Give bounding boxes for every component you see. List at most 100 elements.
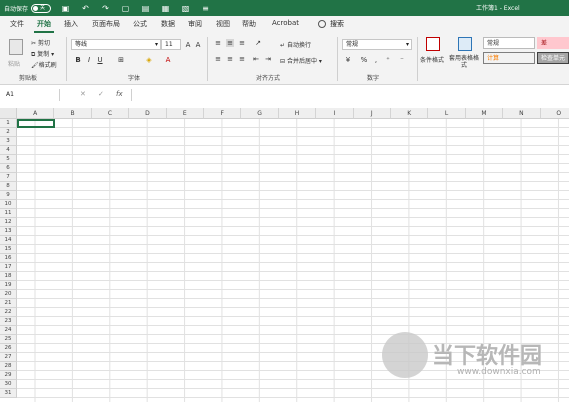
name-box[interactable]: A1 bbox=[2, 89, 60, 101]
row-header[interactable]: 18 bbox=[0, 272, 17, 281]
format-as-table-icon[interactable] bbox=[458, 37, 472, 51]
column-header[interactable]: M bbox=[465, 108, 504, 119]
cut-button[interactable]: ✂ 剪切 bbox=[31, 38, 50, 47]
underline-icon[interactable]: U bbox=[96, 56, 104, 64]
row-header[interactable]: 26 bbox=[0, 344, 17, 353]
align-left-icon[interactable]: ≡ bbox=[214, 55, 222, 63]
style-bad[interactable]: 差 bbox=[537, 37, 569, 49]
decrease-font-icon[interactable]: A bbox=[194, 41, 202, 49]
row-header[interactable]: 1 bbox=[0, 119, 17, 128]
row-header[interactable]: 20 bbox=[0, 290, 17, 299]
format-as-table-button[interactable]: 套用表格格式 bbox=[449, 55, 479, 69]
row-header[interactable]: 24 bbox=[0, 326, 17, 335]
increase-indent-icon[interactable]: ⇥ bbox=[264, 55, 272, 63]
paste-button[interactable]: 粘贴 bbox=[8, 59, 20, 68]
row-header[interactable]: 13 bbox=[0, 227, 17, 236]
undo-icon[interactable]: ↶ bbox=[80, 3, 91, 14]
increase-decimal-icon[interactable]: ⁺ bbox=[384, 56, 392, 64]
column-header[interactable]: A bbox=[17, 108, 55, 119]
redo-icon[interactable]: ↷ bbox=[100, 3, 111, 14]
row-header[interactable]: 2 bbox=[0, 128, 17, 137]
comma-style-icon[interactable]: , bbox=[372, 56, 380, 64]
column-header[interactable]: L bbox=[428, 108, 466, 119]
style-normal[interactable]: 常规 bbox=[483, 37, 535, 49]
new-file-icon[interactable]: ▢ bbox=[120, 3, 131, 14]
align-top-icon[interactable]: ≡ bbox=[214, 39, 222, 47]
tab-review[interactable]: 审阅 bbox=[188, 19, 202, 29]
font-name-select[interactable]: 等线 ▾ bbox=[71, 39, 161, 50]
row-header[interactable]: 29 bbox=[0, 371, 17, 380]
column-header[interactable]: E bbox=[166, 108, 204, 119]
column-header[interactable]: F bbox=[204, 108, 242, 119]
font-color-icon[interactable]: A bbox=[164, 56, 172, 64]
active-cell-a1[interactable] bbox=[17, 119, 55, 128]
italic-icon[interactable]: I bbox=[85, 56, 93, 64]
copy-button[interactable]: ⧉ 复制 ▾ bbox=[31, 49, 54, 59]
increase-font-icon[interactable]: A bbox=[184, 41, 192, 49]
row-header[interactable]: 4 bbox=[0, 146, 17, 155]
column-header[interactable]: N bbox=[503, 108, 541, 119]
tab-data[interactable]: 数据 bbox=[161, 19, 175, 29]
merge-center-button[interactable]: ⊟ 合并后居中 ▾ bbox=[280, 56, 322, 65]
tab-home[interactable]: 开始 bbox=[37, 19, 51, 29]
align-right-icon[interactable]: ≡ bbox=[238, 55, 246, 63]
decrease-indent-icon[interactable]: ⇤ bbox=[252, 55, 260, 63]
number-format-select[interactable]: 常规 ▾ bbox=[342, 39, 412, 50]
row-header[interactable]: 19 bbox=[0, 281, 17, 290]
row-header[interactable]: 7 bbox=[0, 173, 17, 182]
row-header[interactable]: 17 bbox=[0, 263, 17, 272]
row-header[interactable]: 31 bbox=[0, 389, 17, 398]
row-header[interactable]: 28 bbox=[0, 362, 17, 371]
row-header[interactable]: 5 bbox=[0, 155, 17, 164]
column-header[interactable]: O bbox=[540, 108, 569, 119]
row-header[interactable]: 3 bbox=[0, 137, 17, 146]
column-header[interactable]: J bbox=[353, 108, 391, 119]
tab-insert[interactable]: 插入 bbox=[64, 19, 78, 29]
tab-view[interactable]: 视图 bbox=[216, 19, 230, 29]
formula-input[interactable] bbox=[131, 89, 568, 101]
print-icon[interactable]: ▧ bbox=[180, 3, 191, 14]
bold-icon[interactable]: B bbox=[74, 56, 82, 64]
row-header[interactable]: 22 bbox=[0, 308, 17, 317]
align-bottom-icon[interactable]: ≡ bbox=[238, 39, 246, 47]
row-header[interactable]: 30 bbox=[0, 380, 17, 389]
align-center-icon[interactable]: ≡ bbox=[226, 55, 234, 63]
open-file-icon[interactable]: ▤ bbox=[140, 3, 151, 14]
format-painter-button[interactable]: 🖌格式刷 bbox=[31, 60, 57, 69]
row-header[interactable]: 27 bbox=[0, 353, 17, 362]
row-header[interactable]: 14 bbox=[0, 236, 17, 245]
style-calculation[interactable]: 计算 bbox=[483, 52, 535, 64]
orientation-icon[interactable]: ↗ bbox=[254, 39, 262, 47]
row-header[interactable]: 21 bbox=[0, 299, 17, 308]
paste-icon[interactable] bbox=[9, 39, 23, 55]
row-header[interactable]: 23 bbox=[0, 317, 17, 326]
autosave-toggle[interactable]: 关 bbox=[31, 3, 52, 13]
insert-function-icon[interactable]: fx bbox=[116, 90, 123, 98]
row-header[interactable]: 6 bbox=[0, 164, 17, 173]
row-header[interactable]: 10 bbox=[0, 200, 17, 209]
column-header[interactable]: D bbox=[129, 108, 167, 119]
conditional-formatting-icon[interactable] bbox=[426, 37, 440, 51]
borders-icon[interactable]: ⊞ bbox=[117, 56, 125, 64]
decrease-decimal-icon[interactable]: ⁻ bbox=[398, 56, 406, 64]
column-header[interactable]: H bbox=[278, 108, 317, 119]
tab-help[interactable]: 帮助 bbox=[242, 19, 256, 29]
column-header[interactable]: C bbox=[91, 108, 130, 119]
customize-qat-icon[interactable]: ≡ bbox=[200, 3, 211, 14]
column-header[interactable]: K bbox=[391, 108, 429, 119]
tab-file[interactable]: 文件 bbox=[10, 19, 24, 29]
column-header[interactable]: B bbox=[54, 108, 92, 119]
percent-icon[interactable]: % bbox=[360, 56, 368, 64]
cancel-icon[interactable]: ✕ bbox=[80, 90, 86, 98]
align-middle-icon[interactable]: ≡ bbox=[226, 39, 234, 47]
row-header[interactable]: 12 bbox=[0, 218, 17, 227]
fill-color-icon[interactable]: ◈ bbox=[145, 56, 153, 64]
tab-acrobat[interactable]: Acrobat bbox=[272, 19, 299, 27]
wrap-text-button[interactable]: ↵ 自动换行 bbox=[280, 40, 311, 49]
style-check-cell[interactable]: 检查单元 bbox=[537, 52, 569, 64]
save-icon[interactable]: ▣ bbox=[60, 3, 71, 14]
column-header[interactable]: I bbox=[316, 108, 354, 119]
row-header[interactable]: 15 bbox=[0, 245, 17, 254]
search-box[interactable]: 搜索 bbox=[318, 19, 344, 29]
row-header[interactable]: 16 bbox=[0, 254, 17, 263]
